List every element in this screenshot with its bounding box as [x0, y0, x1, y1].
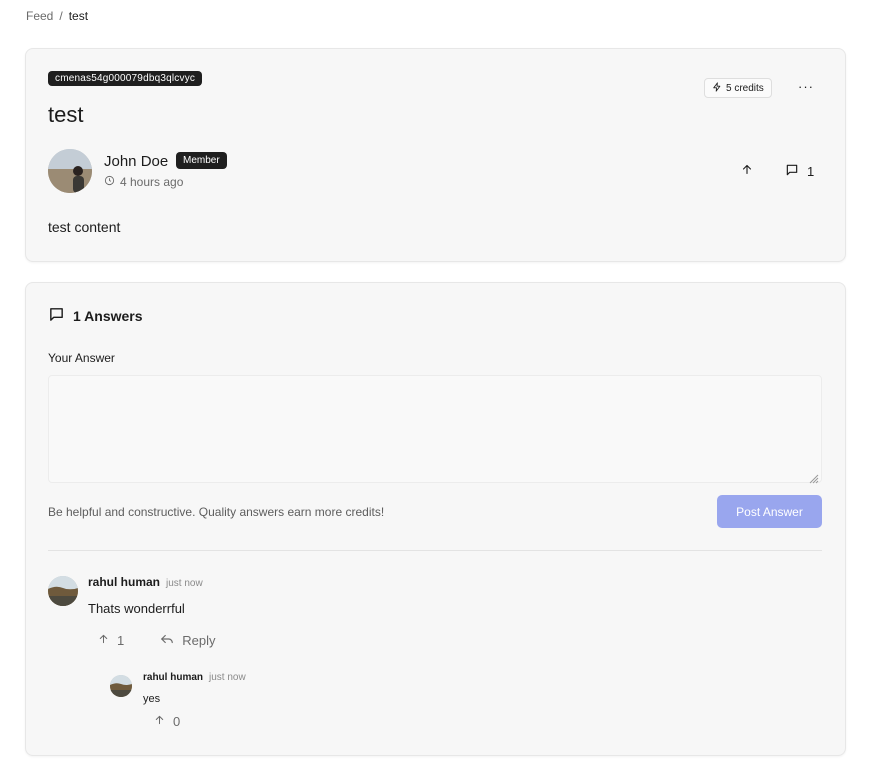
reply-text: yes: [143, 693, 161, 705]
answer-time: just now: [166, 578, 203, 589]
your-answer-label: Your Answer: [48, 351, 115, 365]
resize-handle-icon[interactable]: [809, 471, 819, 489]
author-name[interactable]: John Doe: [104, 153, 168, 170]
post-timestamp: 4 hours ago: [104, 175, 183, 189]
answer-text: Thats wonderrful: [88, 601, 185, 616]
reply-button[interactable]: Reply: [160, 633, 215, 648]
zap-icon: [712, 81, 722, 95]
more-options-button[interactable]: ···: [798, 79, 814, 94]
credits-label: 5 credits: [726, 82, 764, 94]
post-answer-button[interactable]: Post Answer: [717, 495, 822, 528]
arrow-up-icon: [741, 163, 753, 180]
divider: [48, 550, 822, 551]
answer-actions: 1 Reply: [98, 633, 215, 648]
reply-time: just now: [209, 672, 246, 683]
answer-upvote-button[interactable]: 1: [98, 633, 124, 648]
member-badge: Member: [176, 152, 227, 169]
breadcrumb-current: test: [68, 9, 89, 23]
post-card: cmenas54g000079dbq3qlcvyc test 5 credits…: [25, 48, 846, 262]
upvote-button[interactable]: [741, 163, 753, 181]
comment-count: 1: [807, 164, 815, 179]
clock-icon: [104, 175, 115, 189]
breadcrumb-feed-link[interactable]: Feed: [26, 9, 53, 23]
message-square-icon: [48, 306, 65, 326]
answers-card: 1 Answers Your Answer Be helpful and con…: [25, 282, 846, 756]
reply-author: rahul human just now: [143, 672, 246, 683]
comment-count-button[interactable]: 1: [785, 163, 814, 180]
breadcrumb-separator: /: [59, 9, 63, 23]
answers-heading: 1 Answers: [48, 306, 143, 326]
post-title: test: [48, 102, 84, 127]
answer-author-name[interactable]: rahul human: [88, 575, 160, 589]
answer-upvote-count: 1: [117, 633, 125, 648]
answer-author: rahul human just now: [88, 575, 203, 589]
message-square-icon: [785, 163, 799, 180]
reply-icon: [160, 633, 174, 648]
reply-label: Reply: [182, 633, 216, 648]
answers-count-label: 1 Answers: [73, 308, 143, 324]
author-avatar: [48, 149, 92, 193]
reply-author-name[interactable]: rahul human: [143, 672, 203, 683]
post-id-badge: cmenas54g000079dbq3qlcvyc: [48, 71, 203, 86]
more-icon: ···: [798, 79, 814, 94]
reply-author-avatar: [110, 675, 132, 697]
answer-author-avatar: [48, 576, 78, 606]
helper-text: Be helpful and constructive. Quality ans…: [48, 505, 385, 519]
arrow-up-icon: [154, 714, 165, 729]
breadcrumb: Feed / test: [26, 9, 88, 23]
arrow-up-icon: [98, 633, 109, 648]
post-content: test content: [48, 219, 121, 235]
reply-upvote-count: 0: [173, 714, 181, 729]
reply-upvote-button[interactable]: 0: [154, 714, 180, 729]
credits-badge: 5 credits: [704, 78, 772, 98]
post-time-text: 4 hours ago: [120, 175, 184, 189]
answer-textarea[interactable]: [48, 375, 822, 483]
